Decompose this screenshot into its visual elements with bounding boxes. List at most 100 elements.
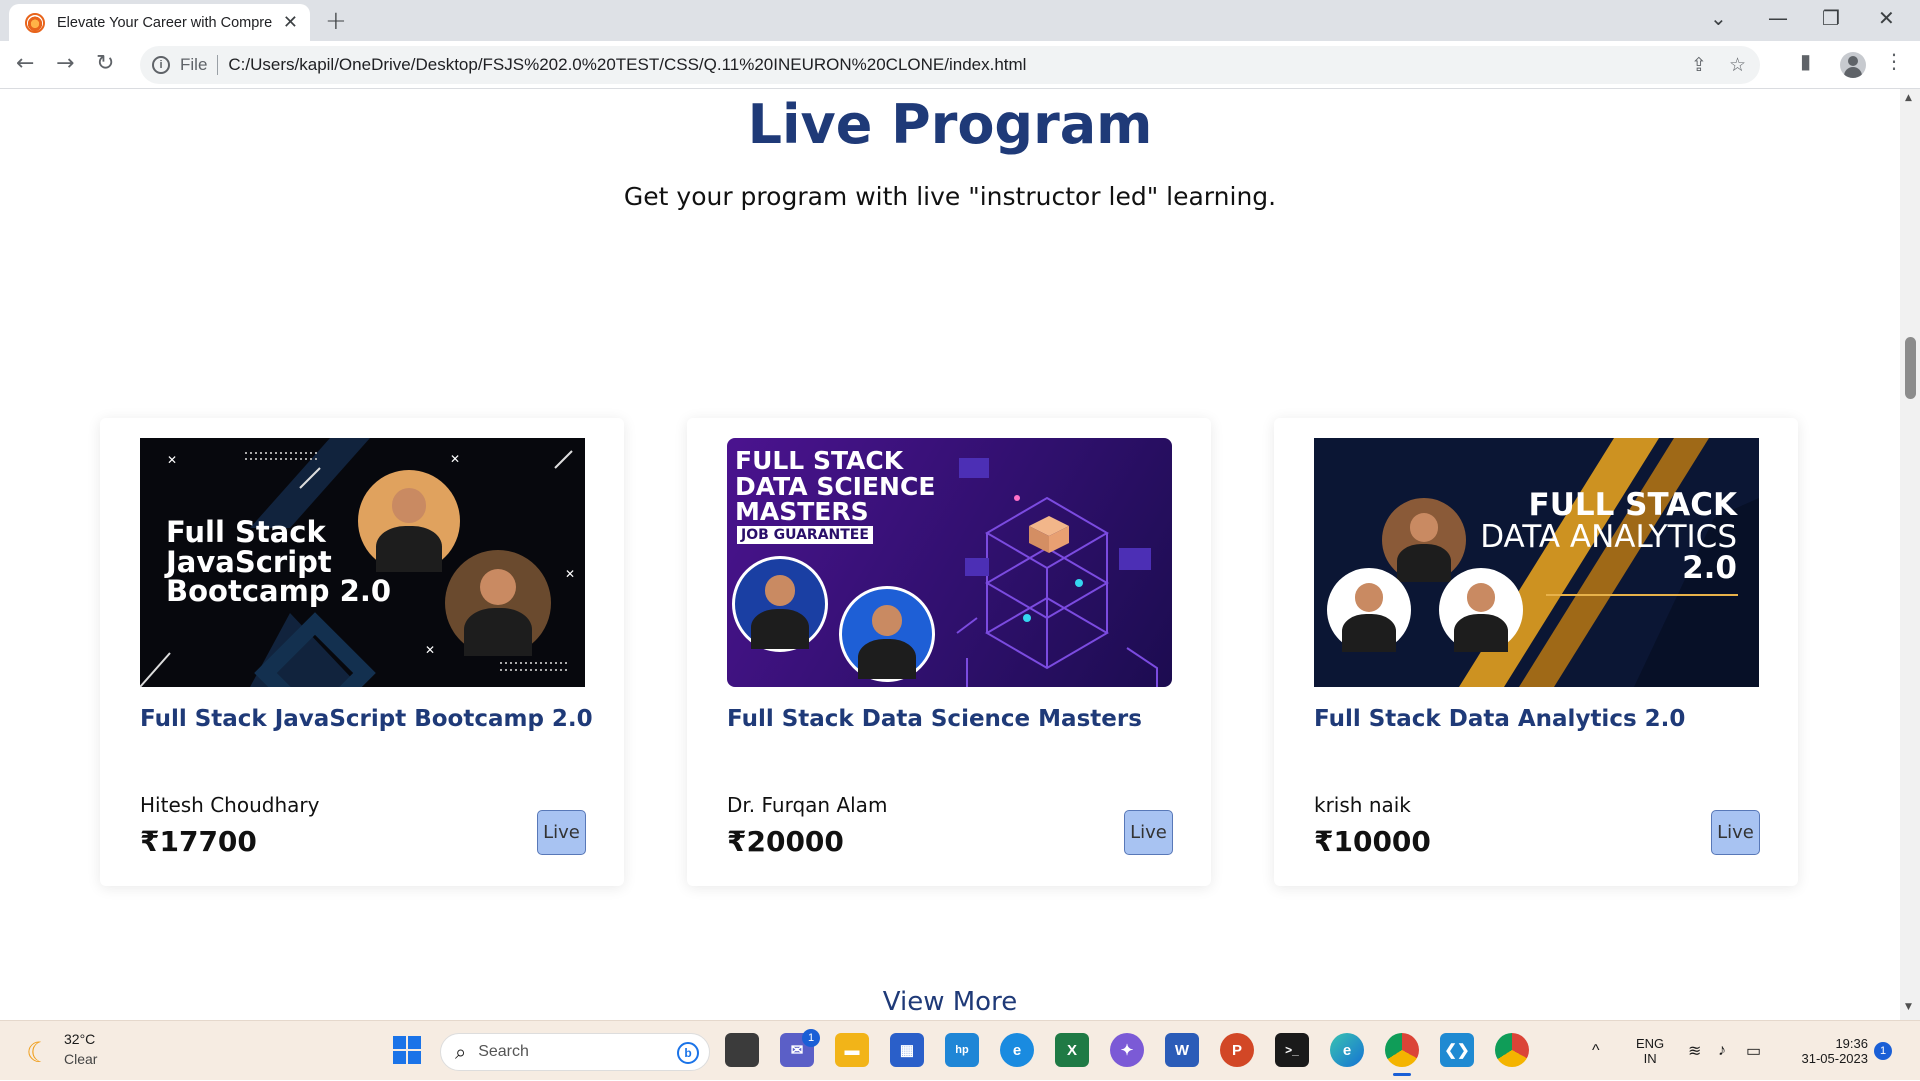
bing-icon[interactable]: b: [677, 1042, 699, 1064]
profile-avatar-icon[interactable]: [1840, 52, 1866, 78]
banner-line-2: JavaScript: [166, 544, 332, 579]
live-badge-button[interactable]: Live: [537, 810, 586, 855]
live-badge-button[interactable]: Live: [1124, 810, 1173, 855]
taskbar-search-box[interactable]: ⌕ Search b: [440, 1033, 710, 1071]
instructor-photo: [1382, 498, 1466, 582]
course-instructor: krish naik: [1314, 793, 1411, 817]
course-card-data-science[interactable]: FULL STACK DATA SCIENCE MASTERS JOB GUAR…: [687, 418, 1211, 886]
chrome-profile-icon[interactable]: [1495, 1033, 1529, 1067]
teams-chat-badge: 1: [802, 1029, 820, 1047]
address-separator: [217, 55, 219, 75]
terminal-icon[interactable]: >_: [1275, 1033, 1309, 1067]
internet-explorer-icon[interactable]: e: [1000, 1033, 1034, 1067]
course-card-data-analytics[interactable]: FULL STACK DATA ANALYTICS 2.0 Full Stack…: [1274, 418, 1798, 886]
instructor-photo: [839, 586, 935, 682]
browser-tab[interactable]: Elevate Your Career with Compre ✕: [9, 4, 310, 41]
site-info-icon[interactable]: i: [152, 56, 170, 74]
instructor-photo: [1327, 568, 1411, 652]
battery-icon[interactable]: ▭: [1746, 1021, 1761, 1081]
microsoft-store-icon[interactable]: ▦: [890, 1033, 924, 1067]
new-tab-button[interactable]: +: [325, 6, 347, 36]
course-banner-data-analytics[interactable]: FULL STACK DATA ANALYTICS 2.0: [1314, 438, 1759, 687]
notification-badge[interactable]: 1: [1874, 1042, 1892, 1060]
tab-title: Elevate Your Career with Compre: [57, 14, 273, 31]
address-bar-actions: ⇪ ☆: [1691, 46, 1760, 84]
banner-line-2: DATA SCIENCE: [735, 471, 936, 501]
scrollbar-thumb[interactable]: [1905, 337, 1916, 399]
back-arrow-icon[interactable]: ←: [16, 51, 34, 76]
clock[interactable]: 19:36 31-05-2023: [1782, 1021, 1869, 1081]
banner-line-3: Bootcamp 2.0: [166, 574, 392, 609]
address-url[interactable]: C:/Users/kapil/OneDrive/Desktop/FSJS%202…: [228, 55, 1026, 75]
browser-tab-strip: Elevate Your Career with Compre ✕ + ⌄ — …: [0, 0, 1920, 41]
word-icon[interactable]: W: [1165, 1033, 1199, 1067]
vscode-icon[interactable]: ❮❯: [1440, 1033, 1474, 1067]
section-subtitle: Get your program with live "instructor l…: [623, 182, 1277, 211]
edge-browser-icon[interactable]: e: [1330, 1033, 1364, 1067]
chrome-browser-icon[interactable]: [1385, 1033, 1419, 1067]
course-card-javascript[interactable]: ✕ ✕ ✕ ✕ Full Stack JavaScript Bootcamp 2…: [100, 418, 624, 886]
scroll-down-arrow-icon[interactable]: ▼: [1905, 1002, 1912, 1012]
course-price: ₹17700: [140, 825, 257, 858]
search-icon: ⌕: [455, 1040, 467, 1064]
bookmark-star-icon[interactable]: ☆: [1729, 54, 1746, 76]
excel-icon[interactable]: X: [1055, 1033, 1089, 1067]
windows-logo-icon: [393, 1036, 421, 1064]
svg-text:✕: ✕: [167, 453, 177, 467]
course-title[interactable]: Full Stack Data Analytics 2.0: [1314, 706, 1685, 732]
windows-start-icon[interactable]: [390, 1033, 424, 1067]
course-banner-javascript[interactable]: ✕ ✕ ✕ ✕ Full Stack JavaScript Bootcamp 2…: [140, 438, 585, 687]
active-app-indicator: [1393, 1073, 1411, 1076]
course-instructor: Dr. Furqan Alam: [727, 793, 888, 817]
browser-menu-icon[interactable]: ⋮: [1884, 49, 1904, 73]
copilot-app-icon[interactable]: ✦: [1110, 1033, 1144, 1067]
section-title: Live Program: [747, 93, 1153, 156]
course-price: ₹10000: [1314, 825, 1431, 858]
moon-weather-icon[interactable]: ☾: [26, 1036, 51, 1069]
page-scrollbar[interactable]: ▲ ▼: [1900, 89, 1920, 1020]
banner-line-3: 2.0: [1682, 550, 1737, 587]
minimize-window-button[interactable]: —: [1768, 6, 1788, 30]
live-badge-button[interactable]: Live: [1711, 810, 1760, 855]
scroll-up-arrow-icon[interactable]: ▲: [1905, 93, 1912, 103]
banner-line-1: FULL STACK: [735, 446, 904, 475]
close-window-button[interactable]: ✕: [1878, 6, 1895, 30]
weather-temperature[interactable]: 32°C: [64, 1031, 95, 1047]
share-icon[interactable]: ⇪: [1691, 54, 1707, 76]
weather-description[interactable]: Clear: [64, 1051, 97, 1067]
myhp-icon[interactable]: hp: [945, 1033, 979, 1067]
svg-text:✕: ✕: [450, 452, 460, 466]
forward-arrow-icon[interactable]: →: [56, 51, 74, 76]
course-price: ₹20000: [727, 825, 844, 858]
instructor-photo: [732, 556, 828, 652]
file-explorer-icon[interactable]: ▬: [835, 1033, 869, 1067]
restore-window-button[interactable]: ❐: [1822, 6, 1840, 30]
task-view-icon[interactable]: [725, 1033, 759, 1067]
show-hidden-icons-chevron-icon[interactable]: ^: [1592, 1021, 1600, 1081]
banner-headline: Full Stack JavaScript Bootcamp 2.0: [166, 517, 392, 609]
region-code: IN: [1643, 1051, 1657, 1066]
wifi-icon[interactable]: ≋: [1688, 1021, 1701, 1081]
language-indicator[interactable]: ENG IN: [1636, 1021, 1664, 1081]
banner-headline: FULL STACK DATA SCIENCE MASTERS: [735, 448, 935, 525]
banner-headline: FULL STACK DATA ANALYTICS 2.0: [1480, 489, 1737, 587]
svg-text:✕: ✕: [425, 643, 435, 657]
course-title[interactable]: Full Stack Data Science Masters: [727, 706, 1142, 732]
instructor-photo: [1439, 568, 1523, 652]
address-scheme-label: File: [180, 55, 208, 74]
volume-icon[interactable]: ♪: [1718, 1021, 1726, 1081]
reload-icon[interactable]: ↻: [96, 51, 114, 76]
tab-search-chevron-icon[interactable]: ⌄: [1710, 6, 1727, 30]
svg-text:✕: ✕: [565, 567, 575, 581]
instructor-photo: [445, 550, 551, 656]
clock-date: 31-05-2023: [1801, 1051, 1869, 1066]
course-banner-data-science[interactable]: FULL STACK DATA SCIENCE MASTERS JOB GUAR…: [727, 438, 1172, 687]
close-tab-icon[interactable]: ✕: [283, 12, 298, 33]
course-title[interactable]: Full Stack JavaScript Bootcamp 2.0: [140, 706, 593, 732]
view-more-link[interactable]: View More: [0, 987, 1900, 1017]
language-code: ENG: [1636, 1036, 1665, 1051]
clock-time: 19:36: [1835, 1036, 1868, 1051]
powerpoint-icon[interactable]: P: [1220, 1033, 1254, 1067]
address-bar[interactable]: i File C:/Users/kapil/OneDrive/Desktop/F…: [140, 46, 1760, 84]
side-panel-icon[interactable]: ▮: [1800, 49, 1811, 73]
